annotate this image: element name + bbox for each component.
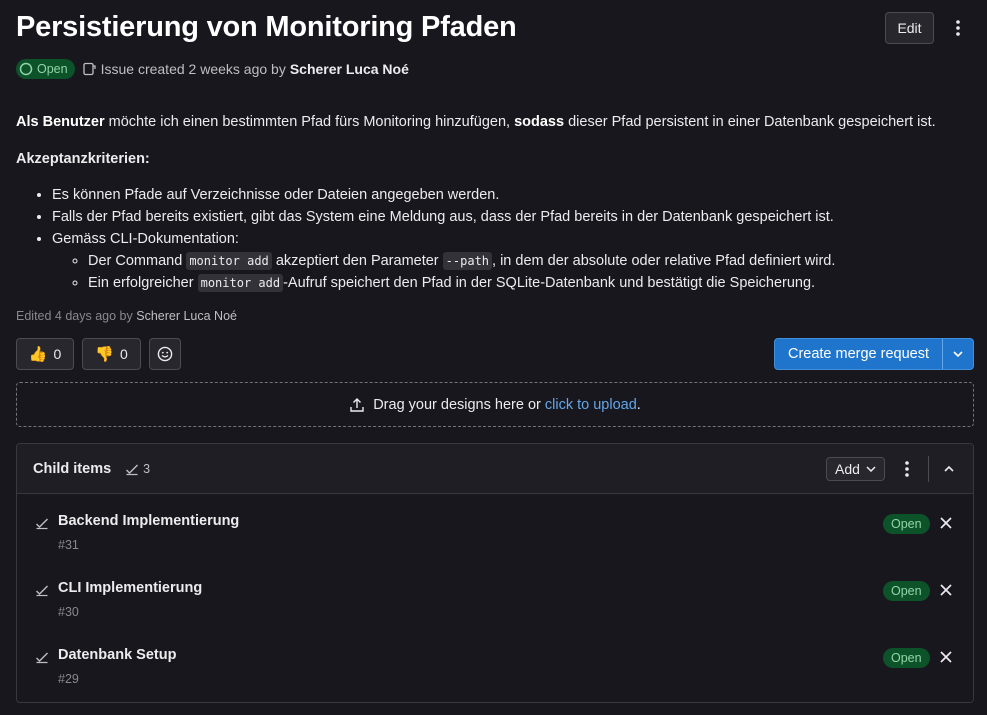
- remove-child-button[interactable]: [937, 581, 955, 599]
- child-items-header: Child items 3 Add: [17, 444, 973, 494]
- edited-prefix: Edited 4 days ago by: [16, 309, 133, 323]
- sub-text: Der Command: [88, 253, 187, 269]
- edited-info: Edited 4 days ago by Scherer Luca Noé: [16, 309, 237, 323]
- child-items-card: Child items 3 Add Backend Implementierun…: [16, 443, 974, 703]
- task-done-icon: [36, 585, 48, 597]
- sub-list-item: Der Command monitor add akzeptiert den P…: [88, 250, 976, 272]
- task-done-icon: [36, 518, 48, 530]
- edit-button[interactable]: Edit: [885, 12, 934, 44]
- sub-text: Ein erfolgreicher: [88, 275, 198, 291]
- count-value: 3: [143, 461, 151, 476]
- status-badge: Open: [883, 648, 930, 668]
- inline-code: --path: [442, 252, 493, 270]
- close-icon: [940, 517, 952, 529]
- add-child-button[interactable]: Add: [826, 457, 885, 481]
- thumbs-down-icon: 👎: [95, 346, 114, 363]
- create-merge-request-button[interactable]: Create merge request: [775, 339, 943, 369]
- add-label: Add: [835, 461, 860, 477]
- open-status-icon: [19, 62, 33, 76]
- child-item-ref: #31: [58, 538, 79, 552]
- child-items-list: Backend Implementierung #31 Open CLI Imp…: [17, 494, 973, 702]
- create-merge-request-split-button: Create merge request: [774, 338, 974, 370]
- criteria-heading: Akzeptanzkriterien:: [16, 151, 150, 167]
- thumbs-down-button[interactable]: 👎 0: [82, 338, 141, 370]
- sub-list: Der Command monitor add akzeptiert den P…: [52, 250, 976, 294]
- child-item-ref: #29: [58, 672, 79, 686]
- created-text: Issue created 2 weeks ago by: [100, 61, 286, 77]
- child-item-row[interactable]: Backend Implementierung #31 Open: [17, 508, 973, 568]
- user-story: Als Benutzer möchte ich einen bestimmten…: [16, 111, 976, 133]
- thumbs-up-button[interactable]: 👍 0: [16, 338, 74, 370]
- design-dropzone[interactable]: Drag your designs here or click to uploa…: [16, 382, 974, 427]
- criteria-list: Es können Pfade auf Verzeichnisse oder D…: [16, 184, 976, 294]
- child-items-more-button[interactable]: [895, 457, 919, 481]
- list-item: Gemäss CLI-Dokumentation: Der Command mo…: [52, 228, 976, 294]
- remove-child-button[interactable]: [937, 648, 955, 666]
- intro-bold: Als Benutzer: [16, 114, 105, 130]
- task-done-icon: [36, 652, 48, 664]
- status-badge: Open: [16, 59, 75, 79]
- close-icon: [940, 584, 952, 596]
- more-actions-button[interactable]: [946, 16, 970, 40]
- list-item: Es können Pfade auf Verzeichnisse oder D…: [52, 184, 976, 206]
- list-item-text: Gemäss CLI-Dokumentation:: [52, 231, 239, 247]
- issue-description: Als Benutzer möchte ich einen bestimmten…: [16, 111, 976, 294]
- chevron-down-icon: [953, 351, 963, 357]
- status-label: Open: [37, 62, 68, 76]
- remove-child-button[interactable]: [937, 514, 955, 532]
- sub-text: , in dem der absolute oder relative Pfad…: [492, 253, 836, 269]
- child-item-row[interactable]: CLI Implementierung #30 Open: [17, 575, 973, 635]
- intro-text: möchte ich einen bestimmten Pfad fürs Mo…: [104, 114, 515, 130]
- chevron-down-icon: [866, 466, 876, 472]
- inline-code: monitor add: [186, 252, 272, 270]
- issue-type-icon: [82, 62, 96, 76]
- upload-icon: [350, 397, 364, 412]
- chevron-up-icon: [944, 466, 954, 472]
- collapse-button[interactable]: [937, 457, 961, 481]
- dropzone-end: .: [636, 396, 641, 413]
- inline-code: monitor add: [197, 274, 284, 292]
- close-icon: [940, 651, 952, 663]
- status-badge: Open: [883, 514, 930, 534]
- child-items-count: 3: [125, 462, 150, 476]
- smiley-icon: [157, 346, 173, 362]
- child-item-title[interactable]: Backend Implementierung: [58, 513, 239, 529]
- add-reaction-button[interactable]: [149, 338, 181, 370]
- thumbs-down-count: 0: [119, 346, 128, 362]
- issue-meta: Open Issue created 2 weeks ago by Schere…: [16, 59, 409, 79]
- child-items-title: Child items: [33, 460, 112, 477]
- intro-bold-2: sodass: [514, 114, 565, 130]
- status-badge: Open: [883, 581, 930, 601]
- list-item: Falls der Pfad bereits existiert, gibt d…: [52, 206, 976, 228]
- header-divider: [928, 456, 929, 482]
- child-item-ref: #30: [58, 605, 79, 619]
- upload-link[interactable]: click to upload: [545, 397, 637, 413]
- merge-request-options-button[interactable]: [943, 339, 973, 369]
- child-item-title[interactable]: CLI Implementierung: [58, 580, 202, 596]
- child-item-row[interactable]: Datenbank Setup #29 Open: [17, 642, 973, 702]
- editor-link[interactable]: Scherer Luca Noé: [136, 309, 237, 323]
- sub-list-item: Ein erfolgreicher monitor add-Aufruf spe…: [88, 272, 976, 294]
- sub-text: akzeptiert den Parameter: [271, 253, 443, 269]
- thumbs-up-icon: 👍: [28, 346, 48, 363]
- intro-end: dieser Pfad persistent in einer Datenban…: [564, 114, 936, 130]
- sub-text: -Aufruf speichert den Pfad in der SQLite…: [283, 275, 816, 291]
- dropzone-text: Drag your designs here or: [373, 396, 545, 413]
- child-item-title[interactable]: Datenbank Setup: [58, 647, 176, 663]
- task-done-icon: [126, 464, 139, 475]
- issue-title: Persistierung von Monitoring Pfaden: [16, 11, 517, 43]
- author-link[interactable]: Scherer Luca Noé: [290, 61, 409, 77]
- kebab-icon: [905, 461, 909, 477]
- kebab-icon: [956, 20, 960, 36]
- thumbs-up-count: 0: [53, 346, 62, 362]
